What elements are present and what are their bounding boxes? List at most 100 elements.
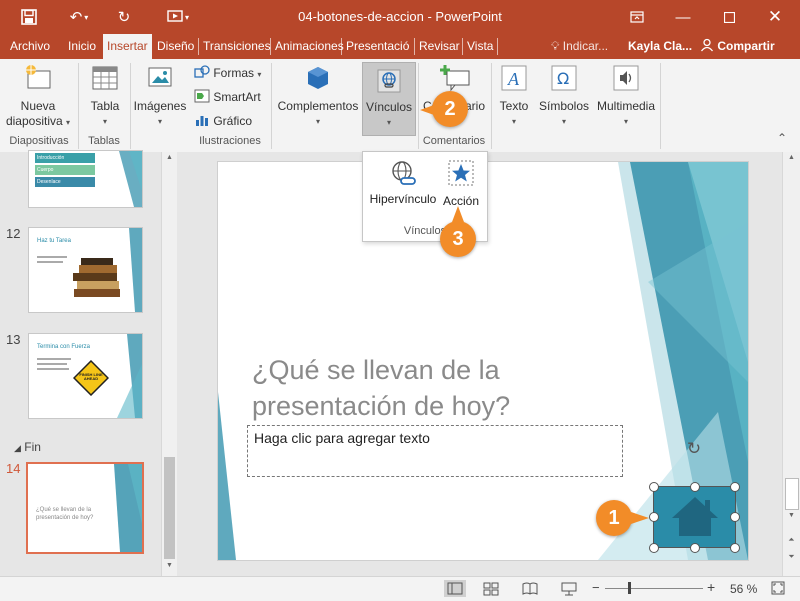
slide-scrollbar[interactable]: ▲ ▼ ⏶ ⏷ — [782, 152, 800, 576]
zoom-slider-thumb[interactable] — [628, 582, 631, 594]
scroll-up-icon[interactable]: ▲ — [786, 154, 797, 164]
tab-archivo[interactable]: Archivo — [10, 34, 50, 59]
previous-slide-icon[interactable]: ⏶ — [786, 535, 797, 545]
reading-view-icon[interactable] — [521, 580, 539, 600]
chart-button[interactable]: Gráfico — [194, 113, 252, 129]
group-label-comentarios: Comentarios — [422, 135, 486, 147]
slide-title[interactable]: ¿Qué se llevan de la presentación de hoy… — [252, 352, 582, 424]
speaker-icon — [611, 63, 641, 93]
symbols-button[interactable]: Ω Símbolos ▾ — [537, 63, 591, 129]
callout-step-1: 1 — [596, 500, 632, 536]
fit-slide-icon[interactable] — [770, 580, 786, 599]
slide-number-13: 13 — [6, 332, 21, 347]
shapes-icon — [194, 65, 210, 80]
svg-text:A: A — [507, 69, 520, 89]
books-image — [73, 258, 120, 297]
section-fin[interactable]: ◢ Fin — [14, 440, 41, 454]
rotate-handle-icon[interactable]: ↻ — [684, 439, 704, 459]
slide-number-12: 12 — [6, 226, 21, 241]
resize-handle-sw[interactable] — [649, 543, 659, 553]
zoom-level[interactable]: 56 % — [730, 582, 757, 596]
slide-thumbnail-14[interactable]: ¿Qué se llevan de la presentación de hoy… — [26, 462, 144, 554]
zoom-out-icon[interactable]: − — [592, 580, 600, 595]
section-collapse-icon: ◢ — [14, 443, 21, 453]
scroll-up-icon[interactable]: ▲ — [164, 154, 175, 164]
slide-scroll-thumb[interactable] — [785, 478, 799, 510]
maximize-icon[interactable] — [718, 6, 740, 28]
chart-icon — [194, 114, 210, 128]
smartart-icon — [194, 89, 210, 104]
links-button[interactable]: Vínculos ▾ — [362, 62, 416, 136]
resize-handle-nw[interactable] — [649, 482, 659, 492]
smartart-button[interactable]: SmartArt — [194, 89, 261, 105]
slideshow-icon[interactable] — [560, 580, 578, 600]
resize-handle-s[interactable] — [690, 543, 700, 553]
comment-icon — [439, 63, 470, 93]
tab-animaciones[interactable]: Animaciones — [275, 34, 344, 59]
new-slide-icon — [23, 63, 53, 93]
multimedia-button[interactable]: Multimedia ▾ — [593, 63, 659, 129]
lightbulb-icon: 💡︎ — [551, 39, 560, 53]
images-button[interactable]: Imágenes ▾ — [133, 63, 187, 129]
close-icon[interactable]: ✕ — [764, 6, 786, 28]
addins-icon — [303, 63, 333, 93]
slide-sorter-icon[interactable] — [482, 580, 500, 600]
new-slide-button[interactable]: Nueva diapositiva ▾ — [2, 63, 74, 130]
tell-me-box[interactable]: 💡︎ Indicar... — [551, 34, 608, 59]
resize-handle-e[interactable] — [730, 512, 740, 522]
text-button[interactable]: A Texto ▾ — [494, 63, 534, 129]
tab-revisar[interactable]: Revisar — [419, 34, 460, 59]
callout-arrow-2 — [420, 104, 434, 115]
normal-view-icon[interactable] — [444, 580, 466, 597]
hyperlink-icon — [367, 158, 439, 190]
share-button[interactable]: Compartir — [700, 34, 775, 59]
slide-thumbnail-11[interactable]: Introducción Cuerpo Desenlace — [28, 150, 143, 208]
resize-handle-se[interactable] — [730, 543, 740, 553]
zoom-in-icon[interactable]: + — [707, 579, 715, 595]
collapse-ribbon-icon[interactable]: ⌃ — [777, 131, 787, 145]
ribbon: Nueva diapositiva ▾ Diapositivas Tabla ▾… — [0, 59, 800, 153]
resize-handle-w[interactable] — [649, 512, 659, 522]
title-bar: ↶ ▾ ↻ ▾ 04-botones-de-accion - PowerPoint… — [0, 0, 800, 34]
tab-diseno[interactable]: Diseño — [157, 34, 194, 59]
action-star-icon — [441, 158, 481, 190]
minimize-icon[interactable]: — — [672, 6, 694, 28]
resize-handle-ne[interactable] — [730, 482, 740, 492]
tab-vista[interactable]: Vista — [467, 34, 493, 59]
links-icon — [374, 66, 404, 96]
slide-thumbnail-12[interactable]: Haz tu Tarea — [28, 227, 143, 313]
tab-insertar[interactable]: Insertar — [103, 34, 152, 59]
addins-button[interactable]: Complementos ▾ — [274, 63, 362, 129]
status-bar: − + 56 % — [0, 576, 800, 601]
content-placeholder[interactable]: Haga clic para agregar texto — [247, 425, 623, 477]
ribbon-display-options-icon[interactable] — [626, 6, 648, 28]
scroll-down-icon[interactable]: ▼ — [164, 562, 175, 572]
table-button[interactable]: Tabla ▾ — [83, 63, 127, 129]
next-slide-icon[interactable]: ⏷ — [786, 552, 797, 562]
action-button[interactable]: Acción — [441, 158, 481, 208]
images-icon — [145, 63, 175, 93]
scroll-down-icon[interactable]: ▼ — [786, 512, 797, 522]
callout-arrow-3 — [452, 206, 464, 222]
thumbnail-scroll-thumb[interactable] — [164, 457, 175, 559]
zoom-slider[interactable] — [605, 588, 703, 589]
thumbnail-scrollbar[interactable]: ▲ ▼ — [161, 152, 177, 576]
omega-icon: Ω — [549, 63, 579, 93]
home-action-button[interactable] — [653, 486, 736, 548]
svg-text:Ω: Ω — [557, 69, 569, 88]
group-label-tablas: Tablas — [88, 135, 120, 147]
slide-thumbnail-13[interactable]: Termina con Fuerza FINISH LINE AHEAD — [28, 333, 143, 419]
group-label-ilustraciones: Ilustraciones — [199, 135, 261, 147]
tab-presentacion[interactable]: Presentació — [346, 34, 409, 59]
shapes-button[interactable]: Formas ▾ — [194, 65, 261, 82]
tab-inicio[interactable]: Inicio — [68, 34, 96, 59]
home-icon — [672, 497, 718, 536]
resize-handle-n[interactable] — [690, 482, 700, 492]
ribbon-tabs: Archivo Inicio Insertar Diseño Transicio… — [0, 34, 800, 59]
person-icon — [700, 38, 717, 53]
tab-transiciones[interactable]: Transiciones — [203, 34, 271, 59]
table-icon — [90, 63, 120, 93]
slide-number-14: 14 — [6, 461, 21, 476]
user-name[interactable]: Kayla Cla... — [628, 34, 692, 59]
hyperlink-button[interactable]: Hipervínculo — [367, 158, 439, 206]
